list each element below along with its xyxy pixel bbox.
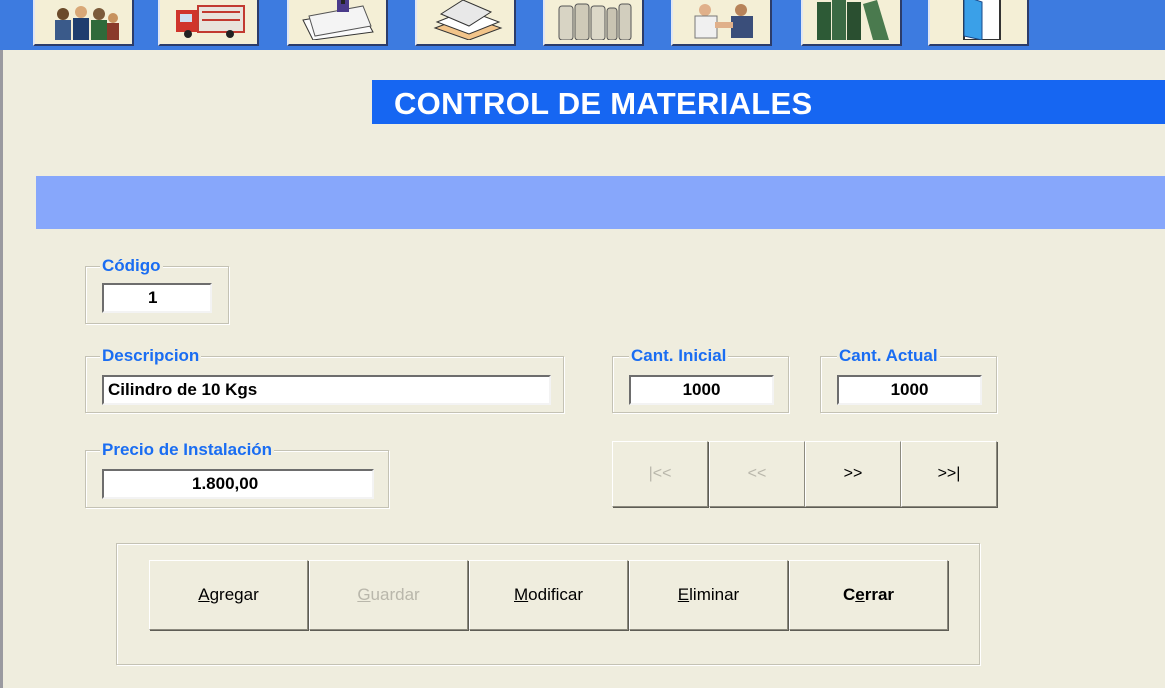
clipped-papers-icon <box>302 0 374 40</box>
precio-input[interactable]: 1.800,00 <box>102 469 374 499</box>
eliminar-rest: liminar <box>689 585 740 604</box>
people-group-icon <box>55 6 119 40</box>
modificar-key: M <box>514 585 529 604</box>
agregar-button[interactable]: Agregar <box>149 560 308 630</box>
modificar-button[interactable]: Modificar <box>469 560 628 630</box>
codigo-group: Código 1 <box>85 257 229 324</box>
cant-inicial-label: Cant. Inicial <box>629 346 729 365</box>
cant-inicial-value: 1000 <box>682 380 721 399</box>
eliminar-button[interactable]: Eliminar <box>629 560 788 630</box>
exit-door-icon <box>963 0 1001 40</box>
title-banner: CONTROL DE MATERIALES <box>372 80 1165 124</box>
toolbar-button-truck[interactable] <box>158 0 259 46</box>
nav-last-button[interactable]: >>| <box>901 441 997 507</box>
header-band <box>36 176 1165 229</box>
page-title: CONTROL DE MATERIALES <box>394 86 813 121</box>
codigo-input[interactable]: 1 <box>102 283 212 313</box>
toolbar-button-binders[interactable] <box>801 0 902 46</box>
toolbar-button-handshake[interactable] <box>671 0 772 46</box>
cant-inicial-group: Cant. Inicial 1000 <box>612 347 789 413</box>
cerrar-button[interactable]: Cerrar <box>789 560 948 630</box>
truck-icon <box>176 5 245 38</box>
descripcion-label: Descripcion <box>100 346 202 365</box>
codigo-label: Código <box>100 256 163 275</box>
cerrar-key: e <box>855 585 865 604</box>
cerrar-rest: rrar <box>864 585 895 604</box>
cant-actual-value: 1000 <box>890 380 929 399</box>
toolbar-button-people[interactable] <box>33 0 134 46</box>
agregar-rest: gregar <box>209 585 259 604</box>
modificar-rest: odificar <box>528 585 583 604</box>
guardar-rest: uardar <box>370 585 420 604</box>
toolbar-button-cylinders[interactable] <box>543 0 644 46</box>
guardar-button[interactable]: Guardar <box>309 560 468 630</box>
top-toolbar <box>0 0 1165 50</box>
cant-actual-label: Cant. Actual <box>837 346 940 365</box>
toolbar-button-papers[interactable] <box>287 0 388 46</box>
agregar-key: A <box>198 585 210 604</box>
eliminar-key: E <box>677 585 690 604</box>
toolbar-button-exit[interactable] <box>928 0 1029 46</box>
descripcion-value: Cilindro de 10 Kgs <box>108 380 258 399</box>
descripcion-group: Descripcion Cilindro de 10 Kgs <box>85 347 564 413</box>
nav-next-button[interactable]: >> <box>805 441 901 507</box>
nav-prev-button[interactable]: << <box>709 441 805 507</box>
cant-actual-input[interactable]: 1000 <box>837 375 982 405</box>
paper-stack-icon <box>433 0 503 40</box>
nav-first-button[interactable]: |<< <box>612 441 708 507</box>
precio-group: Precio de Instalación 1.800,00 <box>85 441 389 508</box>
cant-actual-group: Cant. Actual 1000 <box>820 347 997 413</box>
gas-cylinders-icon <box>558 3 632 40</box>
window-left-edge <box>0 50 8 688</box>
guardar-key: G <box>357 585 371 604</box>
precio-value: 1.800,00 <box>192 474 259 493</box>
binders-icon <box>817 0 889 40</box>
codigo-value: 1 <box>148 288 158 307</box>
descripcion-input[interactable]: Cilindro de 10 Kgs <box>102 375 551 405</box>
precio-label: Precio de Instalación <box>100 440 275 459</box>
toolbar-button-stack[interactable] <box>415 0 516 46</box>
cerrar-pre: C <box>842 585 856 604</box>
handshake-icon <box>694 4 753 39</box>
cant-inicial-input[interactable]: 1000 <box>629 375 774 405</box>
